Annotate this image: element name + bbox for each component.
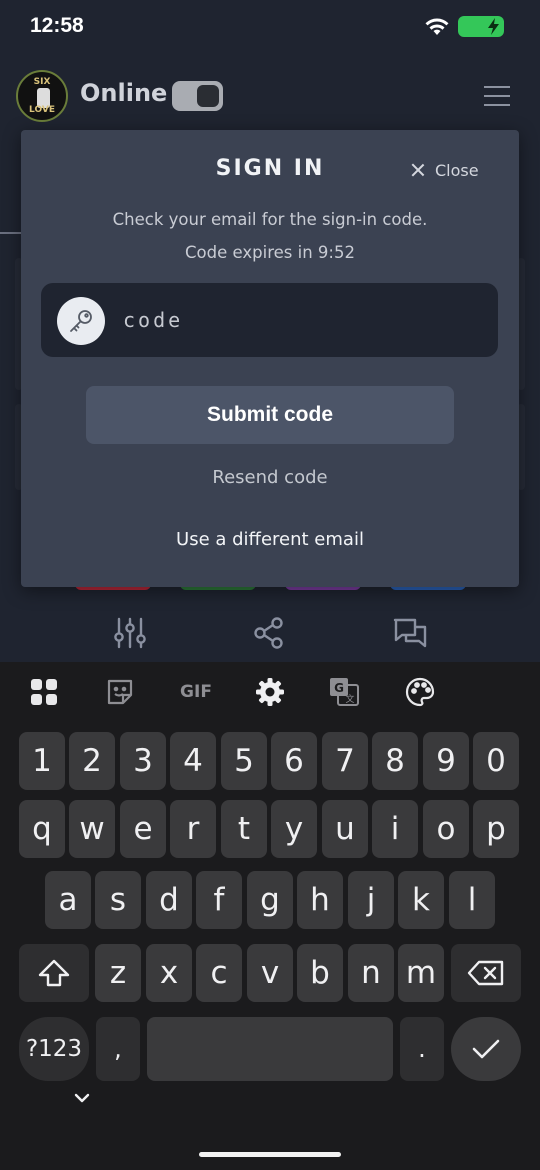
gif-icon[interactable]: GIF: [178, 676, 214, 708]
home-indicator: [199, 1152, 341, 1157]
key-a[interactable]: a: [45, 871, 91, 929]
key-6[interactable]: 6: [271, 732, 317, 790]
key-z[interactable]: z: [95, 944, 141, 1002]
key-r[interactable]: r: [170, 800, 216, 858]
keyboard-toolbar: GIF G文: [0, 662, 540, 724]
key-0[interactable]: 0: [473, 732, 519, 790]
key-q[interactable]: q: [19, 800, 65, 858]
backspace-key[interactable]: [451, 944, 521, 1002]
key-4[interactable]: 4: [170, 732, 216, 790]
close-icon: [411, 163, 425, 177]
background-divider: [0, 232, 21, 234]
sign-in-modal: SIGN IN Close Check your email for the s…: [21, 130, 519, 587]
shift-icon: [38, 959, 70, 987]
space-key[interactable]: [147, 1017, 393, 1081]
key-f[interactable]: f: [196, 871, 242, 929]
key-1[interactable]: 1: [19, 732, 65, 790]
key-y[interactable]: y: [271, 800, 317, 858]
key-p[interactable]: p: [473, 800, 519, 858]
svg-text:文: 文: [345, 693, 354, 705]
wifi-icon: [424, 16, 450, 40]
expiry-text: Code expires in 9:52: [185, 243, 355, 262]
app-logo[interactable]: SIX LOVE: [16, 70, 68, 122]
svg-text:G: G: [334, 681, 344, 695]
key-x[interactable]: x: [146, 944, 192, 1002]
resend-code-link[interactable]: Resend code: [21, 467, 519, 488]
comma-key[interactable]: ,: [96, 1017, 140, 1081]
key-m[interactable]: m: [398, 944, 444, 1002]
key-t[interactable]: t: [221, 800, 267, 858]
logo-top-text: SIX: [33, 77, 51, 87]
key-u[interactable]: u: [322, 800, 368, 858]
logo-bottom-text: LOVE: [29, 105, 55, 115]
palette-icon[interactable]: [404, 676, 436, 708]
key-o[interactable]: o: [423, 800, 469, 858]
key-e[interactable]: e: [120, 800, 166, 858]
apps-grid-icon[interactable]: [28, 676, 60, 708]
hide-keyboard-chevron-icon[interactable]: [72, 1090, 92, 1109]
code-input[interactable]: [123, 301, 483, 339]
key-n[interactable]: n: [348, 944, 394, 1002]
key-s[interactable]: s: [95, 871, 141, 929]
different-email-link[interactable]: Use a different email: [21, 529, 519, 550]
toggle-knob: [197, 85, 219, 107]
share-icon[interactable]: [252, 616, 286, 654]
key-c[interactable]: c: [196, 944, 242, 1002]
key-5[interactable]: 5: [221, 732, 267, 790]
key-8[interactable]: 8: [372, 732, 418, 790]
key-i[interactable]: i: [372, 800, 418, 858]
status-time: 12:58: [30, 14, 84, 37]
key-2[interactable]: 2: [69, 732, 115, 790]
online-label: Online: [80, 79, 168, 107]
key-l[interactable]: l: [449, 871, 495, 929]
sticker-icon[interactable]: [104, 676, 136, 708]
key-v[interactable]: v: [247, 944, 293, 1002]
keyboard: GIF G文 1 2 3 4 5 6 7 8 9 0 q w e r t y u…: [0, 662, 540, 1170]
translate-icon[interactable]: G文: [328, 676, 360, 708]
key-9[interactable]: 9: [423, 732, 469, 790]
hamburger-menu-icon[interactable]: [484, 86, 510, 106]
submit-code-button[interactable]: Submit code: [86, 386, 454, 444]
code-field[interactable]: [41, 283, 498, 357]
battery-icon: [458, 16, 504, 37]
done-key[interactable]: [451, 1017, 521, 1081]
key-icon: [57, 297, 105, 345]
close-button[interactable]: Close: [411, 158, 479, 182]
key-j[interactable]: j: [348, 871, 394, 929]
backspace-icon: [467, 960, 504, 986]
key-b[interactable]: b: [297, 944, 343, 1002]
symbols-key[interactable]: ?123: [19, 1017, 89, 1081]
key-g[interactable]: g: [247, 871, 293, 929]
key-3[interactable]: 3: [120, 732, 166, 790]
instruction-text: Check your email for the sign-in code.: [112, 210, 428, 229]
key-h[interactable]: h: [297, 871, 343, 929]
settings-gear-icon[interactable]: [254, 676, 286, 708]
key-7[interactable]: 7: [322, 732, 368, 790]
chat-icon[interactable]: [392, 616, 428, 654]
period-key[interactable]: .: [400, 1017, 444, 1081]
checkmark-icon: [472, 1039, 500, 1059]
app-header: SIX LOVE Online: [0, 64, 540, 128]
key-w[interactable]: w: [69, 800, 115, 858]
key-k[interactable]: k: [398, 871, 444, 929]
online-toggle[interactable]: [172, 81, 223, 111]
status-bar: 12:58: [0, 0, 540, 54]
sliders-icon[interactable]: [112, 616, 148, 654]
close-label: Close: [435, 160, 479, 180]
key-d[interactable]: d: [146, 871, 192, 929]
shift-key[interactable]: [19, 944, 89, 1002]
bottom-tools: [0, 606, 540, 662]
